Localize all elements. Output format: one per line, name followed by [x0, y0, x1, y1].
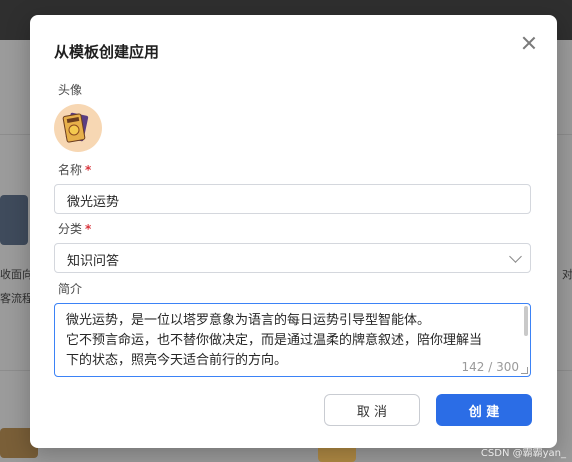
- avatar-label: 头像: [58, 83, 83, 97]
- name-input[interactable]: 微光运势: [54, 184, 531, 214]
- textarea-scrollbar[interactable]: [524, 306, 528, 336]
- category-value: 知识问答: [67, 254, 120, 269]
- intro-text-line: 下的状态，照亮今天适合前行的方向。: [66, 353, 288, 368]
- name-value: 微光运势: [67, 195, 120, 210]
- intro-textarea[interactable]: 微光运势，是一位以塔罗意象为语言的每日运势引导型智能体。 它不预言命运，也不替你…: [54, 303, 531, 377]
- intro-text-line: 微光运势，是一位以塔罗意象为语言的每日运势引导型智能体。: [66, 313, 431, 328]
- required-mark: *: [85, 163, 92, 177]
- intro-label: 简介: [58, 282, 83, 296]
- required-mark: *: [85, 222, 92, 236]
- intro-text-line: 它不预言命运，也不替你做决定，而是通过温柔的牌意叙述，陪你理解当: [66, 333, 483, 348]
- cancel-button[interactable]: 取 消: [324, 394, 420, 426]
- close-icon[interactable]: [519, 33, 539, 53]
- background-text: 收面向: [0, 268, 33, 281]
- modal-title: 从模板创建应用: [54, 43, 160, 61]
- category-label: 分类 *: [58, 222, 92, 236]
- name-label: 名称 *: [58, 163, 92, 177]
- create-button[interactable]: 创 建: [436, 394, 532, 426]
- resize-handle[interactable]: [521, 367, 528, 374]
- category-select[interactable]: 知识问答: [54, 243, 531, 273]
- background-thumbnail: [0, 195, 28, 245]
- create-app-modal: 从模板创建应用 头像 名称 * 微光运势 分类 * 知识问答 简介 微光运势，是一位…: [30, 15, 557, 448]
- character-counter: 142 / 300: [461, 360, 519, 374]
- tarot-avatar-icon[interactable]: [54, 104, 102, 152]
- background-text: 对: [562, 268, 572, 281]
- chevron-down-icon: [509, 250, 522, 263]
- watermark: CSDN @霸霸yan_: [480, 448, 566, 459]
